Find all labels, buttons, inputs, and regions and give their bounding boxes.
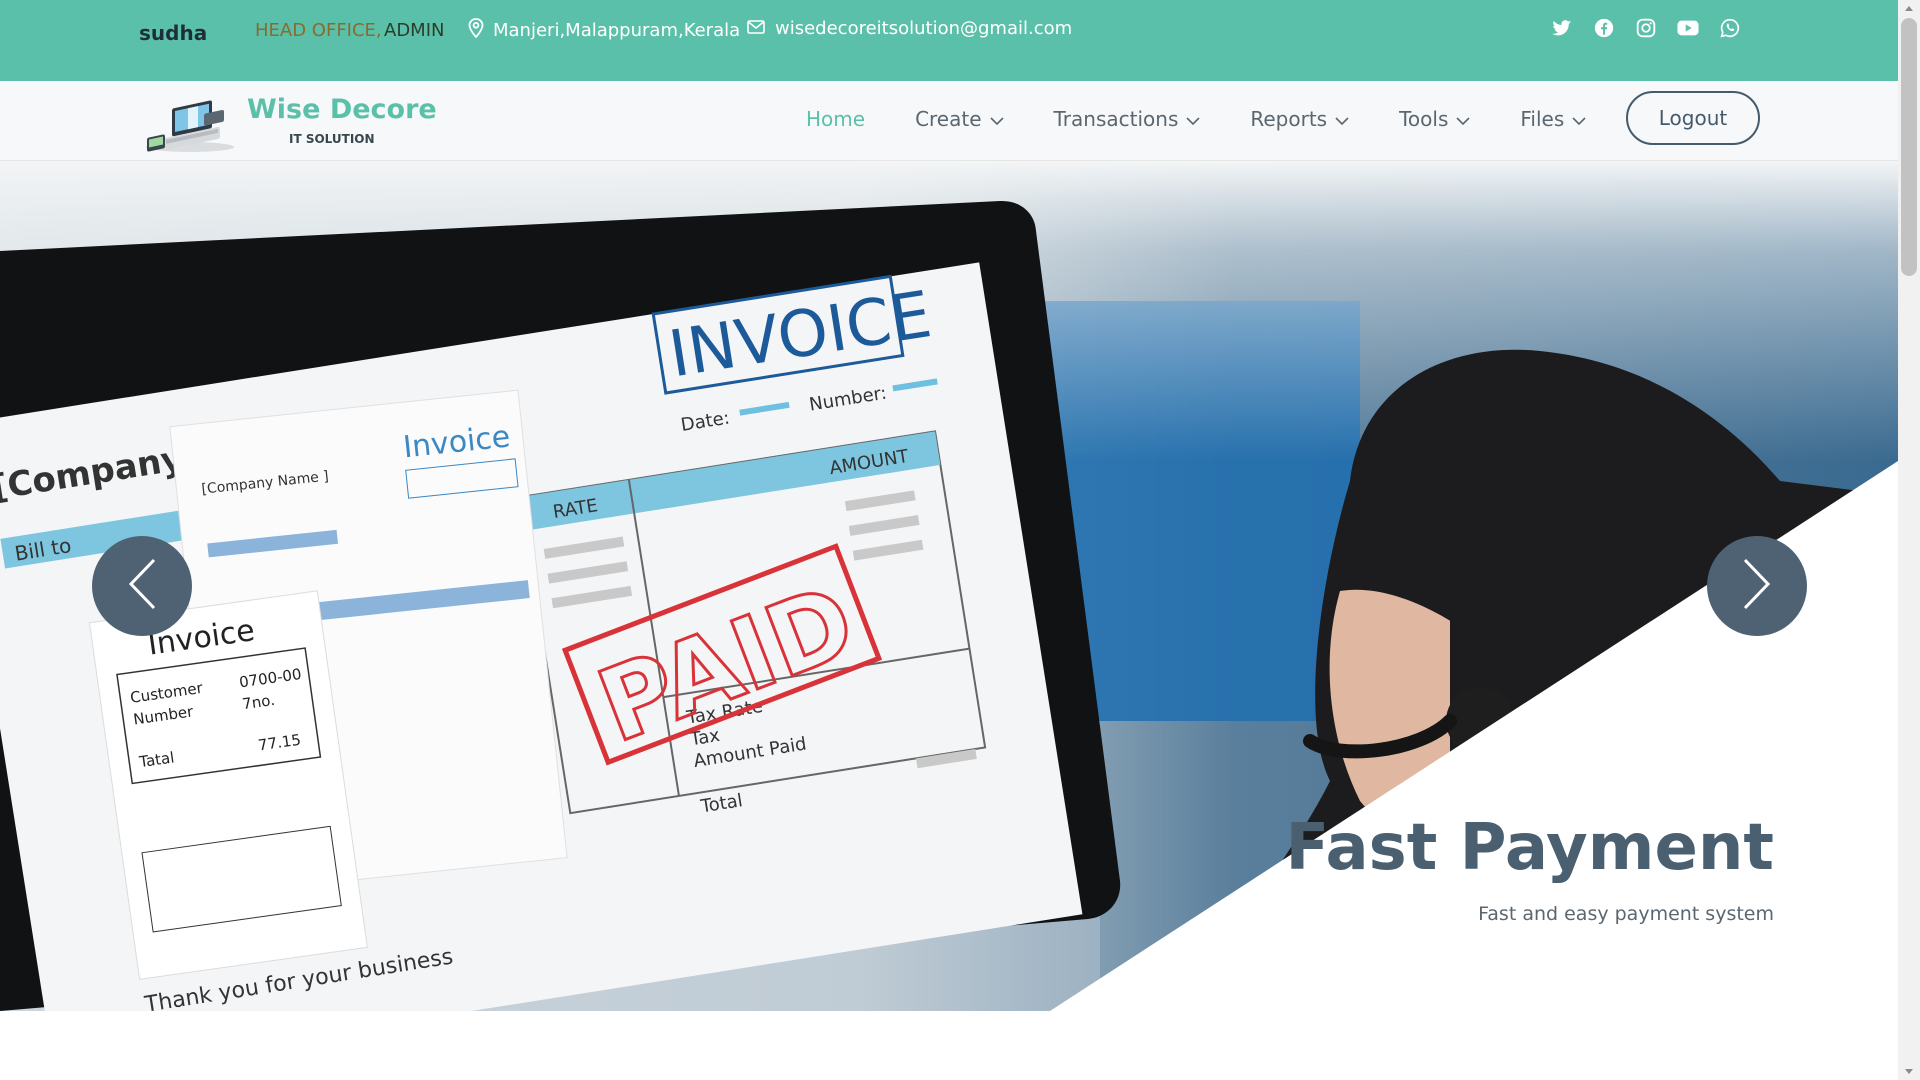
social-links <box>1551 17 1741 39</box>
carousel-prev-button[interactable] <box>92 536 192 636</box>
chevron-down-icon <box>1572 107 1586 131</box>
twitter-icon[interactable] <box>1551 17 1573 39</box>
nav-item-label: Reports <box>1250 107 1328 131</box>
role-label: ADMIN <box>384 20 445 41</box>
scroll-up-arrow-icon[interactable] <box>1905 6 1913 11</box>
youtube-icon[interactable] <box>1677 17 1699 39</box>
nav-item-transactions[interactable]: Transactions <box>1054 107 1201 131</box>
logout-button[interactable]: Logout <box>1626 91 1760 145</box>
scroll-thumb[interactable] <box>1901 18 1917 276</box>
carousel-next-button[interactable] <box>1707 536 1807 636</box>
chevron-left-icon <box>127 557 157 615</box>
hero-title: Fast Payment <box>1285 811 1775 885</box>
nav-item-label: Create <box>915 107 982 131</box>
facebook-icon[interactable] <box>1593 17 1615 39</box>
brand-tagline: IT SOLUTION <box>289 132 375 146</box>
instagram-icon[interactable] <box>1635 17 1657 39</box>
email-info[interactable]: wisedecoreitsolution@gmail.com <box>747 18 1072 39</box>
hero-subtitle: Fast and easy payment system <box>1478 903 1774 925</box>
user-name: sudha <box>139 21 208 45</box>
chevron-down-icon <box>989 107 1004 131</box>
logo-image[interactable] <box>142 87 238 153</box>
location-text: Manjeri,Malappuram,Kerala <box>493 20 741 41</box>
page: sudha HEAD OFFICE, ADMIN Manjeri,Malappu… <box>0 0 1920 1080</box>
chevron-down-icon <box>1186 107 1200 131</box>
nav-item-reports[interactable]: Reports <box>1250 107 1349 131</box>
page-scrollbar[interactable] <box>1898 0 1920 1080</box>
nav-item-tools[interactable]: Tools <box>1399 107 1470 131</box>
nav-menu: Home Create Transactions Reports Tools F… <box>806 107 1636 131</box>
chevron-right-icon <box>1742 557 1772 615</box>
nav-item-label: Tools <box>1399 107 1449 131</box>
whatsapp-icon[interactable] <box>1719 17 1741 39</box>
nav-item-home[interactable]: Home <box>806 107 865 131</box>
nav-item-label: Transactions <box>1053 107 1179 131</box>
location-info: Manjeri,Malappuram,Kerala <box>468 18 740 43</box>
nav-item-files[interactable]: Files <box>1520 107 1586 131</box>
chevron-down-icon <box>1335 107 1349 131</box>
brand-name[interactable]: Wise Decore <box>247 94 437 125</box>
envelope-icon <box>747 18 765 39</box>
scroll-down-arrow-icon[interactable] <box>1905 1069 1913 1074</box>
main-navbar: Wise Decore IT SOLUTION Home Create Tran… <box>0 81 1898 161</box>
chevron-down-icon <box>1456 107 1470 131</box>
hero-carousel: INVOICE Date: Number: [Company Name ] Bi… <box>0 161 1898 1011</box>
email-text[interactable]: wisedecoreitsolution@gmail.com <box>775 18 1072 39</box>
top-info-bar: sudha HEAD OFFICE, ADMIN Manjeri,Malappu… <box>0 0 1898 81</box>
nav-item-label: Home <box>806 107 866 131</box>
map-pin-icon <box>468 18 484 43</box>
nav-item-label: Files <box>1520 107 1565 131</box>
nav-item-create[interactable]: Create <box>915 107 1004 131</box>
office-label: HEAD OFFICE, <box>255 20 382 41</box>
